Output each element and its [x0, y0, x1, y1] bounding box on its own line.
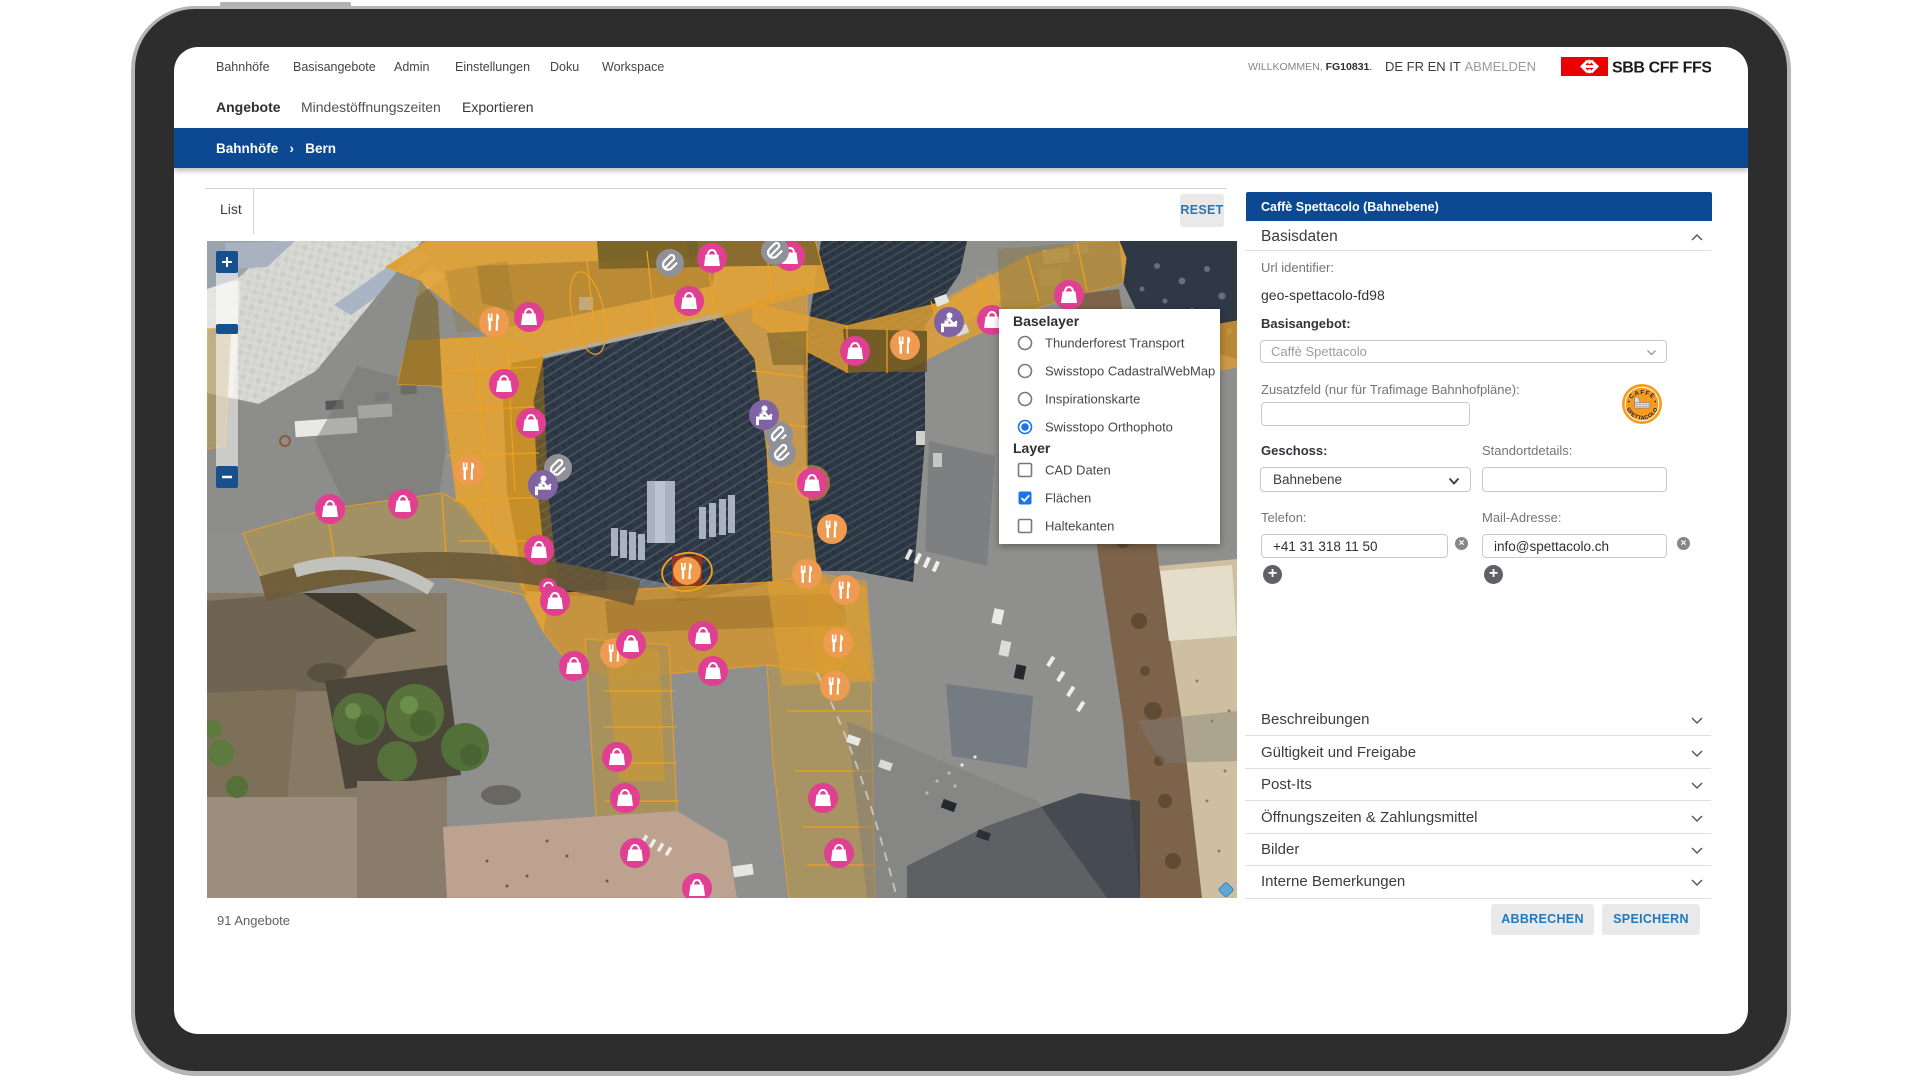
svg-text:Layer: Layer — [1013, 440, 1051, 456]
svg-text:CAD Daten: CAD Daten — [1045, 463, 1111, 478]
svg-text:Swisstopo CadastralWebMap: Swisstopo CadastralWebMap — [1045, 364, 1215, 379]
svg-text:Thunderforest Transport: Thunderforest Transport — [1045, 336, 1185, 351]
svg-text:Inspirationskarte: Inspirationskarte — [1045, 392, 1140, 407]
svg-text:SBB CFF FFS: SBB CFF FFS — [1612, 60, 1711, 77]
svg-text:Flächen: Flächen — [1045, 491, 1091, 506]
svg-text:Haltekanten: Haltekanten — [1045, 519, 1114, 534]
svg-text:Baselayer: Baselayer — [1013, 313, 1080, 329]
svg-text:Swisstopo Orthophoto: Swisstopo Orthophoto — [1045, 420, 1173, 435]
